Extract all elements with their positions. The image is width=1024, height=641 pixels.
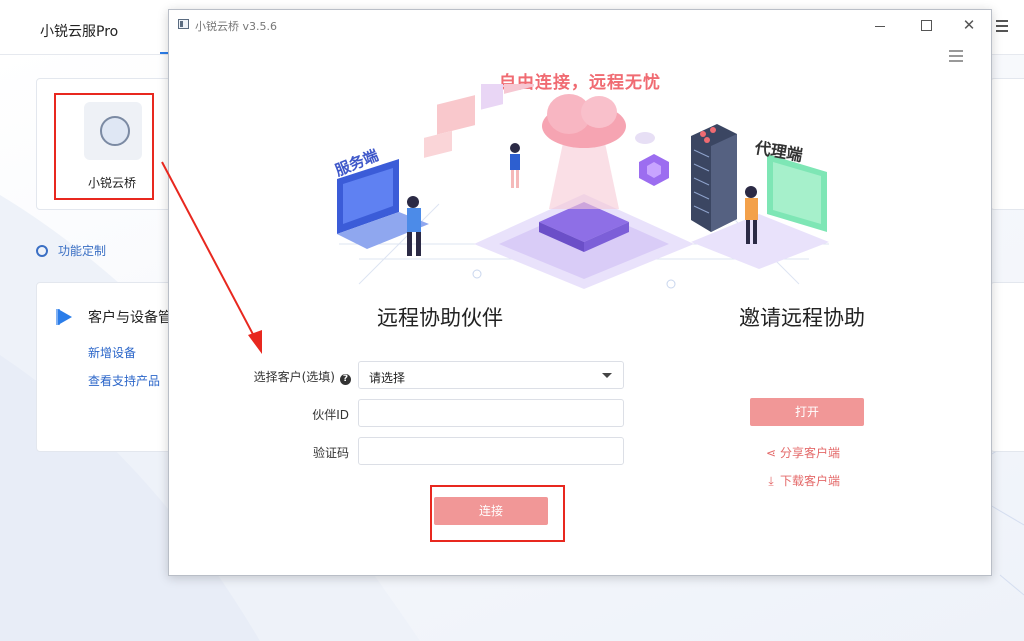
customize-label: 功能定制	[58, 244, 107, 258]
dialog-titlebar[interactable]: 小锐云桥 v3.5.6 ✕	[169, 10, 991, 40]
download-icon: ⤓	[768, 474, 774, 488]
customer-select-value: 请选择	[369, 371, 406, 385]
app-window-icon	[178, 19, 189, 29]
add-device-link[interactable]: 新增设备	[88, 344, 136, 361]
partner-id-input[interactable]	[358, 399, 624, 427]
share-client-label: 分享客户端	[780, 446, 841, 460]
chevron-down-icon	[602, 373, 612, 378]
background-app-title: 小锐云服Pro	[40, 24, 119, 40]
customer-select[interactable]: 请选择	[358, 361, 624, 389]
close-icon[interactable]: ✕	[959, 15, 979, 35]
partner-section-heading: 远程协助伙伴	[377, 306, 503, 330]
gear-icon	[36, 245, 48, 257]
view-supported-products-link[interactable]: 查看支持产品	[88, 372, 160, 389]
share-icon: ⋖	[765, 446, 777, 460]
customer-label-text: 选择客户(选填)	[253, 370, 335, 384]
panel-title: 客户与设备管理	[88, 310, 168, 326]
play-icon	[58, 309, 72, 325]
remote-connection-illustration	[337, 84, 829, 289]
partner-id-label: 伙伴ID	[312, 408, 349, 422]
verify-code-label: 验证码	[312, 446, 349, 460]
customize-link[interactable]: 功能定制	[36, 242, 106, 259]
download-client-link[interactable]: ⤓ 下载客户端	[765, 472, 840, 489]
open-button[interactable]: 打开	[750, 398, 864, 426]
customer-field-label: 选择客户(选填)?	[217, 368, 351, 385]
remote-assist-dialog: 小锐云桥 v3.5.6 ✕ 自由连接，远程无忧 服务端 代理端 远程协助伙伴 邀…	[168, 9, 992, 576]
invite-section-heading: 邀请远程协助	[739, 306, 865, 330]
annotation-highlight-app-tile	[54, 93, 154, 200]
hamburger-menu-icon[interactable]	[949, 50, 963, 65]
download-client-label: 下载客户端	[780, 474, 841, 488]
maximize-icon[interactable]	[916, 15, 936, 35]
minimize-icon[interactable]	[870, 15, 890, 35]
annotation-highlight-connect	[430, 485, 565, 542]
verify-code-input[interactable]	[358, 437, 624, 465]
panel-card-partial	[990, 282, 1024, 452]
background-menu-icon[interactable]	[996, 20, 1008, 35]
share-client-link[interactable]: ⋖ 分享客户端	[765, 444, 840, 461]
question-circle-icon[interactable]: ?	[340, 374, 351, 385]
dialog-title: 小锐云桥 v3.5.6	[195, 20, 277, 33]
app-tile-card-partial[interactable]	[990, 78, 1024, 210]
